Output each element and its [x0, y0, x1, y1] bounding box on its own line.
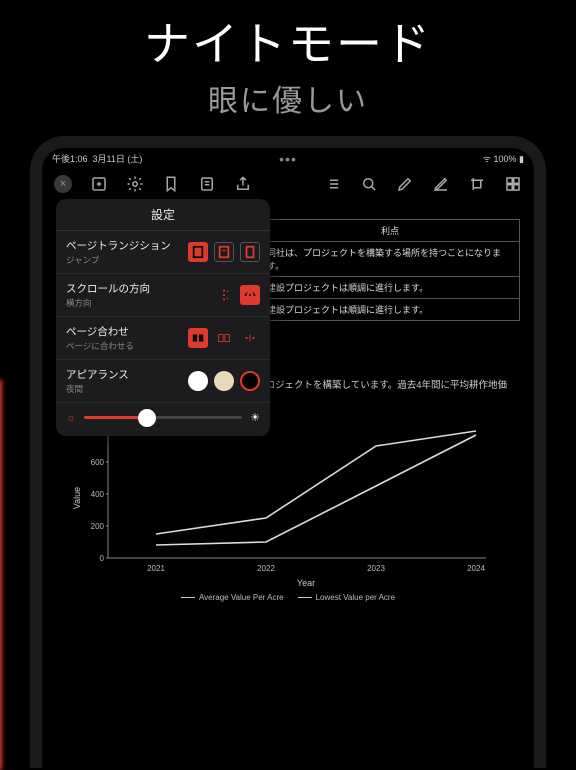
promo-red-accent [0, 380, 2, 770]
row-sub: 横方向 [66, 297, 214, 309]
row-appearance[interactable]: アピアランス 夜間 [56, 360, 270, 403]
add-tab-icon[interactable] [90, 175, 108, 193]
outline-icon[interactable] [198, 175, 216, 193]
theme-sepia[interactable] [214, 371, 234, 391]
row-page-fit[interactable]: ページ合わせ ページに合わせる [56, 317, 270, 360]
table-row: 建設プロジェクトは順調に進行します。 [261, 277, 520, 299]
status-right: ᯤ 100% ▮ [483, 152, 524, 165]
brightness-slider[interactable] [84, 416, 242, 419]
gear-icon[interactable] [126, 175, 144, 193]
svg-text:0: 0 [100, 554, 105, 563]
table-row: 同社は、プロジェクトを構築する場所を持つことになります。 [261, 242, 520, 277]
svg-text:2024: 2024 [467, 564, 485, 573]
legend-item: Average Value Per Acre [181, 593, 284, 602]
row-scroll-direction[interactable]: スクロールの方向 横方向 [56, 274, 270, 317]
share-icon[interactable] [234, 175, 252, 193]
table-row: 建設プロジェクトは順調に進行します。 [261, 299, 520, 321]
fit-opt-3[interactable] [240, 328, 260, 348]
brightness-high-icon: ☀ [250, 411, 260, 424]
row-label: アピアランス [66, 367, 188, 382]
scroll-options [214, 285, 260, 305]
promo-header: ナイトモード 眼に優しい [0, 0, 576, 120]
svg-text:Year: Year [297, 578, 315, 588]
svg-text:2022: 2022 [257, 564, 275, 573]
scroll-opt-vertical[interactable] [214, 285, 234, 305]
transition-options [188, 242, 260, 262]
promo-title: ナイトモード [0, 8, 576, 74]
status-dots: ••• [279, 151, 297, 167]
scroll-opt-horizontal[interactable] [240, 285, 260, 305]
brightness-low-icon: ☼ [66, 412, 76, 424]
grid-icon[interactable] [504, 175, 522, 193]
benefits-table: 利点 同社は、プロジェクトを構築する場所を持つことになります。 建設プロジェクト… [260, 219, 520, 321]
theme-light[interactable] [188, 371, 208, 391]
row-sub: ジャンプ [66, 254, 188, 266]
row-label: ページ合わせ [66, 324, 188, 339]
line-chart: 0200400600800 2021202220232024 Value Yea… [66, 418, 510, 602]
transition-opt-2[interactable] [214, 242, 234, 262]
svg-text:Value: Value [72, 486, 82, 508]
svg-text:2021: 2021 [147, 564, 165, 573]
svg-text:600: 600 [91, 458, 105, 467]
fit-options [188, 328, 260, 348]
status-bar: 午後1:06 3月11日 (土) ••• ᯤ 100% ▮ [42, 148, 534, 169]
settings-popover: 設定 ページトランジション ジャンプ スクロールの方向 横方向 [56, 199, 270, 436]
search-icon[interactable] [360, 175, 378, 193]
promo-subtitle: 眼に優しい [0, 76, 576, 120]
row-label: ページトランジション [66, 238, 188, 253]
svg-text:2023: 2023 [367, 564, 385, 573]
transition-opt-3[interactable] [240, 242, 260, 262]
document-area: 設定 ページトランジション ジャンプ スクロールの方向 横方向 [42, 199, 534, 602]
pencil-icon[interactable] [396, 175, 414, 193]
transition-opt-1[interactable] [188, 242, 208, 262]
status-time: 午後1:06 3月11日 (土) [52, 152, 142, 165]
fit-opt-1[interactable] [188, 328, 208, 348]
crop-icon[interactable] [468, 175, 486, 193]
ipad-frame: 午後1:06 3月11日 (土) ••• ᯤ 100% ▮ × 設定 ページトラ… [30, 136, 546, 768]
chart-legend: Average Value Per Acre Lowest Value per … [66, 593, 510, 602]
bookmark-icon[interactable] [162, 175, 180, 193]
svg-text:200: 200 [91, 522, 105, 531]
app-toolbar: × [42, 169, 534, 199]
popover-title: 設定 [56, 199, 270, 231]
fit-opt-2[interactable] [214, 328, 234, 348]
legend-item: Lowest Value per Acre [298, 593, 395, 602]
svg-text:400: 400 [91, 490, 105, 499]
row-label: スクロールの方向 [66, 281, 214, 296]
list-icon[interactable] [324, 175, 342, 193]
row-page-transition[interactable]: ページトランジション ジャンプ [56, 231, 270, 274]
appearance-options [188, 371, 260, 391]
table-header: 利点 [261, 220, 520, 242]
row-sub: ページに合わせる [66, 340, 188, 352]
annotate-icon[interactable] [432, 175, 450, 193]
brightness-row: ☼ ☀ [56, 403, 270, 436]
theme-night[interactable] [240, 371, 260, 391]
close-button[interactable]: × [54, 175, 72, 193]
row-sub: 夜間 [66, 383, 188, 395]
